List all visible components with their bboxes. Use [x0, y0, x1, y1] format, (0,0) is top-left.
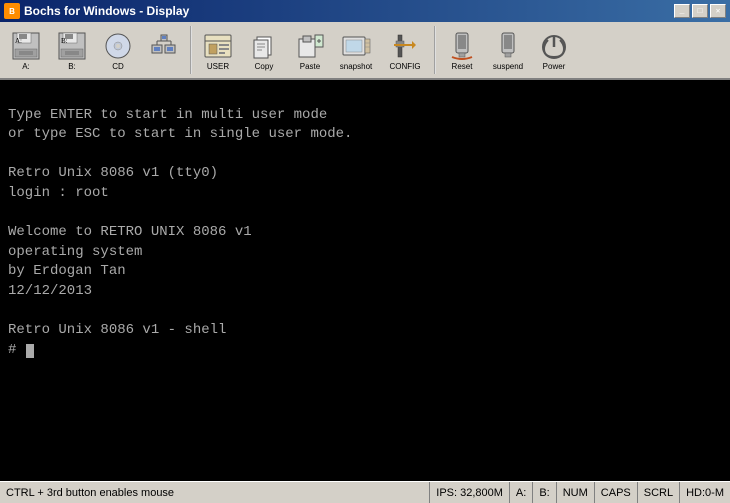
suspend-label: suspend — [493, 63, 523, 71]
copy-label: Copy — [255, 63, 274, 71]
terminal-line-13: Retro Unix 8086 v1 - shell — [8, 321, 722, 341]
status-scrl: SCRL — [638, 482, 680, 503]
status-a: A: — [510, 482, 533, 503]
window-title: Bochs for Windows - Display — [24, 4, 189, 18]
floppy-a-button[interactable]: A: A: — [4, 24, 48, 76]
paste-icon — [294, 30, 326, 62]
paste-button[interactable]: Paste — [288, 24, 332, 76]
user-icon — [202, 30, 234, 62]
user-button[interactable]: USER — [196, 24, 240, 76]
status-mouse-hint: CTRL + 3rd button enables mouse — [0, 482, 430, 503]
terminal-line-10: by Erdogan Tan — [8, 262, 722, 282]
power-icon — [538, 30, 570, 62]
terminal-line-3: or type ESC to start in single user mode… — [8, 125, 722, 145]
cdrom-button[interactable]: CD — [96, 24, 140, 76]
config-label: CONFIG — [389, 63, 420, 71]
drive-b-text: B: — [539, 487, 549, 499]
hd-text: HD:0-M — [686, 487, 724, 499]
maximize-button[interactable]: □ — [692, 4, 708, 18]
minimize-button[interactable]: _ — [674, 4, 690, 18]
reset-icon — [446, 30, 478, 62]
toolbar: A: A: B: B: — [0, 22, 730, 80]
close-button[interactable]: ✕ — [710, 4, 726, 18]
toolbar-separator-2 — [434, 26, 436, 74]
num-lock-text: NUM — [563, 487, 588, 499]
power-label: Power — [543, 63, 566, 71]
statusbar: CTRL + 3rd button enables mouse IPS: 32,… — [0, 481, 730, 503]
floppy-a-label: A: — [22, 63, 30, 71]
title-bar-left: B Bochs for Windows - Display — [4, 3, 189, 19]
snapshot-button[interactable]: snapshot — [334, 24, 378, 76]
terminal-line-7 — [8, 204, 722, 224]
config-button[interactable]: CONFIG — [380, 24, 430, 76]
scroll-lock-text: SCRL — [644, 487, 673, 499]
snapshot-label: snapshot — [340, 63, 372, 71]
terminal-line-14: # — [8, 341, 722, 361]
network-icon — [148, 30, 180, 62]
cdrom-label: CD — [112, 63, 124, 71]
terminal-line-1 — [8, 86, 722, 106]
status-hd: HD:0-M — [680, 482, 730, 503]
config-icon — [389, 30, 421, 62]
title-bar: B Bochs for Windows - Display _ □ ✕ — [0, 0, 730, 22]
reset-label: Reset — [452, 63, 473, 71]
caps-lock-text: CAPS — [601, 487, 631, 499]
floppy-b-icon: B: — [56, 30, 88, 62]
copy-icon — [248, 30, 280, 62]
floppy-a-icon: A: — [10, 30, 42, 62]
svg-text:B:: B: — [61, 37, 68, 45]
suspend-button[interactable]: suspend — [486, 24, 530, 76]
status-num: NUM — [557, 482, 595, 503]
terminal-line-11: 12/12/2013 — [8, 282, 722, 302]
terminal-line-9: operating system — [8, 243, 722, 263]
floppy-b-button[interactable]: B: B: — [50, 24, 94, 76]
terminal-line-8: Welcome to RETRO UNIX 8086 v1 — [8, 223, 722, 243]
network-button[interactable] — [142, 24, 186, 76]
window-controls: _ □ ✕ — [674, 4, 726, 18]
status-b: B: — [533, 482, 556, 503]
user-label: USER — [207, 63, 229, 71]
terminal-line-6: login : root — [8, 184, 722, 204]
terminal-line-5: Retro Unix 8086 v1 (tty0) — [8, 164, 722, 184]
status-caps: CAPS — [595, 482, 638, 503]
cdrom-icon — [102, 30, 134, 62]
power-button[interactable]: Power — [532, 24, 576, 76]
terminal-line-12 — [8, 302, 722, 322]
app-icon: B — [4, 3, 20, 19]
mouse-hint-text: CTRL + 3rd button enables mouse — [6, 487, 174, 499]
terminal-line-4 — [8, 145, 722, 165]
toolbar-separator-1 — [190, 26, 192, 74]
reset-button[interactable]: Reset — [440, 24, 484, 76]
drive-a-text: A: — [516, 487, 526, 499]
copy-button[interactable]: Copy — [242, 24, 286, 76]
paste-label: Paste — [300, 63, 320, 71]
terminal-cursor — [26, 344, 34, 358]
ips-text: IPS: 32,800M — [436, 487, 503, 499]
terminal-line-2: Type ENTER to start in multi user mode — [8, 106, 722, 126]
status-ips: IPS: 32,800M — [430, 482, 510, 503]
terminal-display[interactable]: Type ENTER to start in multi user mode o… — [0, 80, 730, 481]
snapshot-icon — [340, 30, 372, 62]
floppy-b-label: B: — [68, 63, 76, 71]
suspend-icon — [492, 30, 524, 62]
svg-text:B: B — [9, 7, 15, 16]
svg-text:A:: A: — [15, 37, 22, 45]
